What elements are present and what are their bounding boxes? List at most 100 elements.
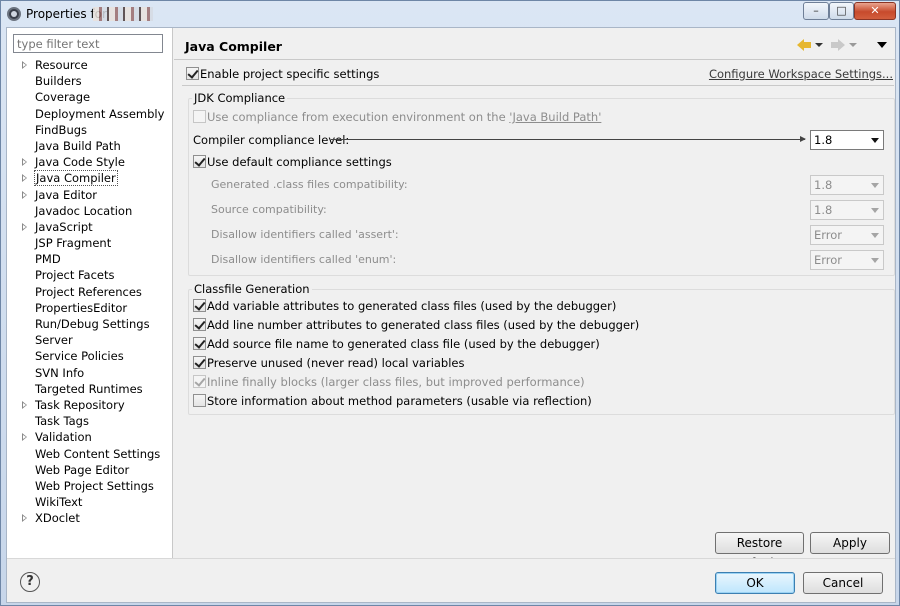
expand-arrow-icon[interactable] (22, 174, 27, 183)
tree-item[interactable]: Java Build Path (7, 138, 173, 154)
tree-item[interactable]: WikiText (7, 494, 173, 510)
classfile-option-checkbox[interactable] (193, 337, 206, 350)
disallow-enum-combo[interactable]: Error (810, 250, 884, 270)
compliance-level-label: Compiler compliance level: (193, 133, 350, 147)
source-compat-label: Source compatibility: (211, 203, 327, 216)
tree-item[interactable]: Java Editor (7, 187, 173, 203)
eclipse-app-icon (7, 7, 21, 21)
use-env-compliance-checkbox[interactable] (193, 110, 206, 123)
tree-item-label: Coverage (35, 90, 91, 105)
minimize-button[interactable]: – (803, 2, 829, 20)
expand-arrow-icon[interactable] (22, 190, 27, 199)
expand-arrow-icon[interactable] (22, 400, 27, 409)
apply-button[interactable]: Apply (810, 532, 890, 554)
preference-tree: Resource Builders Coverage Deployment Assem… (7, 57, 173, 526)
tree-item[interactable]: Server (7, 332, 173, 348)
tree-item-label: Project References (35, 284, 142, 299)
tree-item-label: Javadoc Location (35, 203, 133, 218)
tree-item[interactable]: Builders (7, 73, 173, 89)
properties-dialog: Properties for – □ ✕ Resource BuildersCov… (0, 0, 900, 606)
forward-arrow-icon[interactable] (831, 39, 845, 51)
tree-item[interactable]: Project References (7, 284, 173, 300)
view-menu-icon[interactable] (877, 42, 887, 48)
classfile-option-label: Inline finally blocks (larger class file… (207, 375, 585, 389)
tree-item-label: Resource (35, 58, 88, 72)
tree-item-label: WikiText (35, 495, 83, 510)
tree-item[interactable]: Validation (7, 429, 173, 445)
tree-item[interactable]: Java Code Style (7, 154, 173, 170)
tree-item-label: Java Editor (35, 187, 97, 202)
compliance-level-combo[interactable]: 1.8 (810, 130, 884, 150)
title-separator (174, 59, 895, 60)
tree-item[interactable]: PMD (7, 251, 173, 267)
classfile-option-checkbox[interactable] (193, 375, 206, 388)
tree-item-label: FindBugs (35, 122, 88, 137)
tree-item-label: Project Facets (35, 268, 115, 283)
tree-item[interactable]: SVN Info (7, 365, 173, 381)
configure-workspace-settings-link[interactable]: Configure Workspace Settings... (709, 67, 893, 81)
tree-item[interactable]: Web Project Settings (7, 478, 173, 494)
back-history-dropdown-icon[interactable] (815, 43, 823, 47)
tree-item[interactable]: XDoclet (7, 510, 173, 526)
disallow-assert-combo[interactable]: Error (810, 225, 884, 245)
tree-item-label: PropertiesEditor (35, 300, 128, 315)
close-button[interactable]: ✕ (854, 2, 896, 20)
classfile-option-label: Preserve unused (never read) local varia… (207, 356, 465, 370)
disallow-enum-value: Error (814, 253, 843, 267)
classfile-option-checkbox[interactable] (193, 394, 206, 407)
tree-item[interactable]: Run/Debug Settings (7, 316, 173, 332)
java-build-path-link[interactable]: 'Java Build Path' (509, 110, 601, 124)
title-bar: Properties for – □ ✕ (1, 1, 899, 27)
tree-item[interactable]: JSP Fragment (7, 235, 173, 251)
tree-item[interactable]: Javadoc Location (7, 203, 173, 219)
classfile-option-checkbox[interactable] (193, 318, 206, 331)
restore-defaults-button[interactable]: Restore Defaults (715, 532, 804, 570)
tree-item-label: Task Repository (35, 397, 125, 412)
tree-item[interactable]: Web Page Editor (7, 462, 173, 478)
disallow-enum-label: Disallow identifiers called 'enum': (211, 253, 397, 266)
tree-item-label: Web Project Settings (35, 478, 154, 493)
tree-item[interactable]: Project Facets (7, 267, 173, 283)
expand-arrow-icon[interactable] (22, 433, 27, 442)
enable-project-specific-checkbox[interactable] (186, 67, 199, 80)
forward-history-dropdown-icon[interactable] (849, 43, 857, 47)
chevron-down-icon (871, 233, 879, 238)
ok-button[interactable]: OK (715, 572, 795, 594)
tree-item[interactable]: FindBugs (7, 122, 173, 138)
maximize-button[interactable]: □ (829, 2, 854, 20)
disallow-assert-value: Error (814, 228, 843, 242)
expand-arrow-icon[interactable] (22, 514, 27, 523)
options-separator (182, 85, 894, 86)
tree-item-label: Server (35, 333, 73, 348)
tree-item-label: Validation (35, 430, 92, 445)
filter-input[interactable] (13, 34, 163, 53)
expand-arrow-icon[interactable] (22, 158, 27, 167)
cancel-button[interactable]: Cancel (803, 572, 883, 594)
tree-item[interactable]: Task Repository (7, 397, 173, 413)
classfile-option-checkbox[interactable] (193, 356, 206, 369)
expand-arrow-icon[interactable] (22, 222, 27, 231)
source-compat-combo[interactable]: 1.8 (810, 200, 884, 220)
tree-item[interactable]: Task Tags (7, 413, 173, 429)
tree-item-label: Deployment Assembly (35, 106, 165, 121)
use-default-compliance-checkbox[interactable] (193, 155, 206, 168)
tree-item[interactable]: Deployment Assembly (7, 106, 173, 122)
tree-item-label: Targeted Runtimes (35, 381, 143, 396)
expand-arrow-icon[interactable] (22, 61, 27, 69)
use-env-compliance-text: Use compliance from execution environmen… (207, 110, 510, 124)
tree-item[interactable]: Resource (7, 57, 173, 73)
tree-item[interactable]: JavaScript (7, 219, 173, 235)
chevron-down-icon (871, 183, 879, 188)
enable-project-specific-label: Enable project specific settings (200, 67, 380, 81)
tree-item[interactable]: PropertiesEditor (7, 300, 173, 316)
generated-class-compat-combo[interactable]: 1.8 (810, 175, 884, 195)
help-icon[interactable]: ? (20, 572, 40, 592)
tree-item[interactable]: Web Content Settings (7, 446, 173, 462)
tree-item[interactable]: Java Compiler (7, 170, 173, 187)
tree-item[interactable]: Targeted Runtimes (7, 381, 173, 397)
tree-item[interactable]: Service Policies (7, 348, 173, 364)
back-arrow-icon[interactable] (797, 39, 811, 51)
tree-item[interactable]: Coverage (7, 89, 173, 105)
jdk-compliance-title: JDK Compliance (192, 91, 288, 105)
classfile-option-checkbox[interactable] (193, 299, 206, 312)
